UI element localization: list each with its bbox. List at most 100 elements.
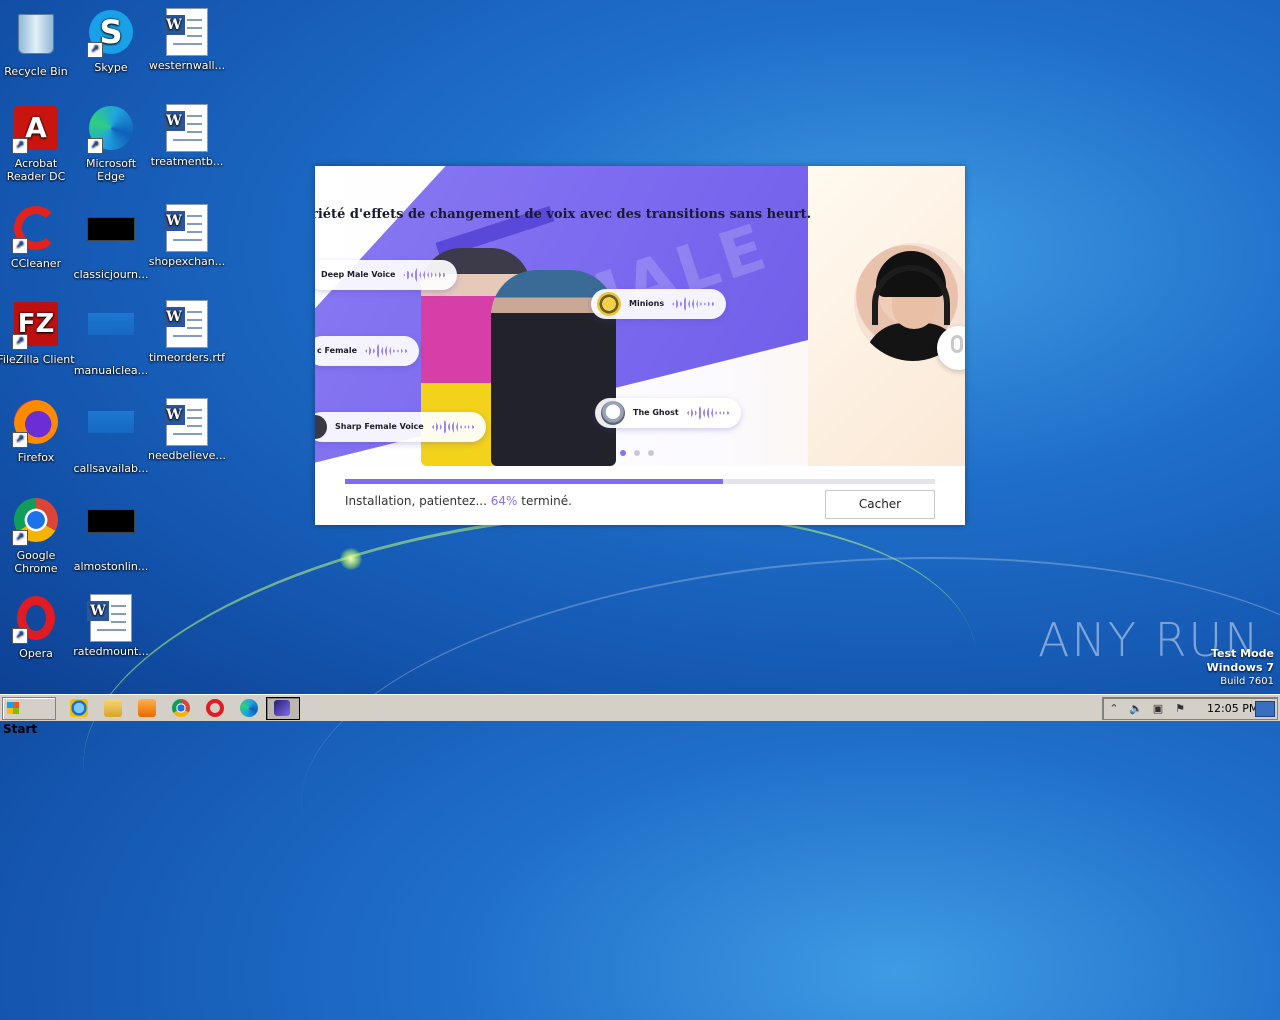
banner-title: riété d'effets de changement de voix ave… bbox=[315, 207, 812, 222]
waveform-icon bbox=[365, 344, 409, 358]
voice-chip-the-ghost: The Ghost bbox=[595, 398, 741, 428]
recycle-bin-icon bbox=[12, 14, 60, 62]
desktop-icon-label: CCleaner bbox=[10, 257, 62, 270]
desktop-icon-filezilla[interactable]: FZ ↗ FileZilla Client bbox=[0, 300, 75, 366]
edge-icon[interactable] bbox=[240, 699, 258, 717]
desktop-icon-label: timeorders.rtf bbox=[148, 351, 226, 364]
taskbar: Start ⌃ 🔈 ▣ ⚑ 12:05 PM bbox=[0, 694, 1280, 736]
desktop-icon-label: Microsoft Edge bbox=[85, 157, 137, 183]
firefox-icon: ↗ bbox=[12, 400, 60, 448]
desktop-icon-recycle-bin[interactable]: Recycle Bin bbox=[0, 8, 75, 78]
desktop-icon-label: almostonlin... bbox=[73, 560, 149, 573]
desktop-icon-opera[interactable]: ↗ Opera bbox=[0, 594, 75, 660]
carousel-dots bbox=[620, 450, 654, 456]
word-document-icon: W bbox=[163, 104, 211, 152]
carousel-dot-1[interactable] bbox=[620, 450, 626, 456]
desktop-icon-label: classicjourn... bbox=[73, 268, 149, 281]
ie-icon[interactable] bbox=[70, 699, 88, 717]
desktop-icon-needbelieve[interactable]: W needbelieve... bbox=[148, 398, 226, 462]
voice-chip-sharp-female: Sharp Female Voice bbox=[315, 412, 486, 442]
filezilla-icon: FZ ↗ bbox=[12, 302, 60, 350]
desktop-icon-ratedmount[interactable]: W ratedmount... bbox=[72, 594, 150, 658]
file-thumbnail-icon bbox=[87, 217, 135, 265]
word-document-icon: W bbox=[163, 398, 211, 446]
opera-icon: ↗ bbox=[12, 596, 60, 644]
desktop-icon-ccleaner[interactable]: ↗ CCleaner bbox=[0, 204, 75, 270]
network-icon[interactable]: ▣ bbox=[1151, 702, 1165, 715]
voice-chip-label: Sharp Female Voice bbox=[335, 422, 424, 431]
install-progress-bar bbox=[345, 479, 935, 484]
desktop-icon-westernwall[interactable]: W westernwall... bbox=[148, 8, 226, 72]
waveform-icon bbox=[672, 297, 717, 311]
desktop-icon-label: Recycle Bin bbox=[4, 65, 68, 78]
start-label: Start bbox=[3, 722, 38, 736]
desktop-icon-label: needbelieve... bbox=[148, 449, 226, 462]
desktop-icon-acrobat[interactable]: A ↗ Acrobat Reader DC bbox=[0, 104, 75, 183]
desktop-icon-label: manualclea... bbox=[73, 364, 149, 377]
system-tray: ⌃ 🔈 ▣ ⚑ 12:05 PM bbox=[1102, 697, 1278, 720]
test-mode-notice: Test Mode Windows 7 Build 7601 bbox=[1207, 647, 1274, 689]
voice-chip-label: Minions bbox=[629, 299, 665, 308]
os-label: Windows 7 bbox=[1206, 661, 1274, 674]
desktop-icon-label: Firefox bbox=[17, 451, 55, 464]
waveform-icon bbox=[686, 406, 731, 420]
waveform-icon bbox=[403, 268, 448, 282]
word-document-icon: W bbox=[163, 300, 211, 348]
avatar bbox=[315, 415, 327, 439]
carousel-dot-2[interactable] bbox=[634, 450, 640, 456]
action-center-flag-icon[interactable]: ⚑ bbox=[1173, 702, 1187, 715]
ghost-avatar-icon bbox=[601, 401, 625, 425]
hide-button[interactable]: Cacher bbox=[825, 490, 935, 519]
windows-flag-icon bbox=[7, 702, 19, 714]
desktop-icon-shopexchan[interactable]: W shopexchan... bbox=[148, 204, 226, 268]
chrome-icon: ↗ bbox=[12, 498, 60, 546]
desktop-icon-almostonlin[interactable]: almostonlin... bbox=[72, 496, 150, 573]
desktop-icon-label: shopexchan... bbox=[148, 255, 226, 268]
desktop-icon-label: Skype bbox=[94, 61, 128, 74]
desktop-icon-skype[interactable]: S ↗ Skype bbox=[72, 8, 150, 74]
carousel-dot-3[interactable] bbox=[648, 450, 654, 456]
desktop-icon-firefox[interactable]: ↗ Firefox bbox=[0, 398, 75, 464]
explorer-icon[interactable] bbox=[104, 699, 122, 717]
file-thumbnail-icon bbox=[87, 313, 135, 361]
file-thumbnail-icon bbox=[87, 411, 135, 459]
desktop-icon-label: FileZilla Client bbox=[0, 353, 75, 366]
desktop-icon-timeorders[interactable]: W timeorders.rtf bbox=[148, 300, 226, 364]
installer-window: FEMALE riété d'effets de changement de v… bbox=[315, 166, 965, 525]
desktop-icon-callsavailab[interactable]: callsavailab... bbox=[72, 398, 150, 475]
start-button[interactable]: Start bbox=[2, 697, 56, 736]
edge-icon: ↗ bbox=[87, 106, 135, 154]
install-progress-fill bbox=[345, 479, 723, 484]
minion-avatar-icon bbox=[597, 292, 621, 316]
word-document-icon: W bbox=[87, 594, 135, 642]
waveform-icon bbox=[431, 420, 476, 434]
media-player-icon[interactable] bbox=[138, 699, 156, 717]
opera-icon[interactable] bbox=[206, 699, 224, 717]
desktop-icon-classicjourn[interactable]: classicjourn... bbox=[72, 204, 150, 281]
status-suffix: terminé. bbox=[521, 494, 572, 508]
chrome-icon[interactable] bbox=[172, 699, 190, 717]
voice-chip-minions: Minions bbox=[591, 289, 727, 319]
volume-icon[interactable]: 🔈 bbox=[1129, 702, 1143, 715]
show-desktop-button[interactable] bbox=[1255, 701, 1275, 717]
taskbar-installer-button[interactable] bbox=[266, 697, 300, 720]
desktop-icon-label: ratedmount... bbox=[73, 645, 149, 658]
desktop-icon-manualclea[interactable]: manualclea... bbox=[72, 300, 150, 377]
app-icon bbox=[274, 700, 290, 716]
acrobat-icon: A ↗ bbox=[12, 106, 60, 154]
test-mode-label: Test Mode bbox=[1211, 647, 1274, 660]
desktop-icon-label: westernwall... bbox=[148, 59, 226, 72]
promo-banner: FEMALE riété d'effets de changement de v… bbox=[315, 166, 965, 466]
word-document-icon: W bbox=[163, 204, 211, 252]
voice-chip-label: c Female bbox=[317, 346, 357, 355]
desktop-icon-treatmentb[interactable]: W treatmentb... bbox=[148, 104, 226, 168]
show-hidden-icons-icon[interactable]: ⌃ bbox=[1107, 702, 1121, 715]
desktop-icon-label: Acrobat Reader DC bbox=[6, 157, 66, 183]
voice-chip-label: The Ghost bbox=[633, 408, 679, 417]
desktop-icon-chrome[interactable]: ↗ Google Chrome bbox=[0, 496, 75, 575]
skype-icon: S ↗ bbox=[87, 10, 135, 58]
desktop-icon-label: Google Chrome bbox=[14, 549, 58, 575]
voice-chip-deep-male: Deep Male Voice bbox=[315, 260, 458, 290]
desktop-icon-edge[interactable]: ↗ Microsoft Edge bbox=[72, 104, 150, 183]
clock[interactable]: 12:05 PM bbox=[1207, 698, 1258, 719]
